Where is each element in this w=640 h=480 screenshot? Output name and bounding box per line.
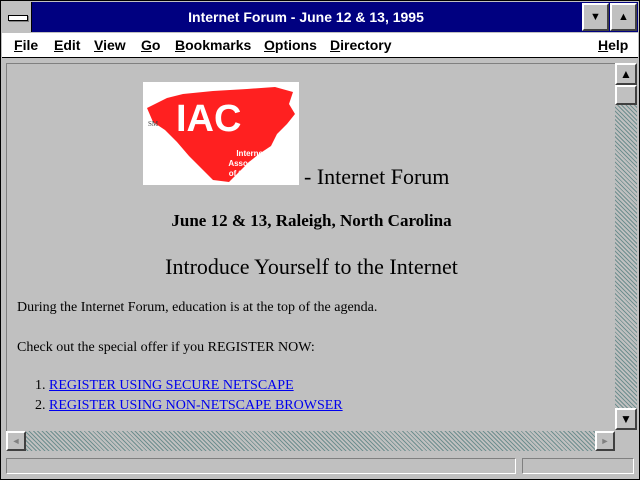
iac-logo-graphic: SM IAC Internet Association of the Carol… xyxy=(147,87,295,182)
menu-edit[interactable]: Edit xyxy=(54,37,80,53)
system-menu-icon xyxy=(8,15,28,21)
paragraph-offer: Check out the special offer if you REGIS… xyxy=(17,340,315,355)
logo-line-1: Internet xyxy=(236,149,266,158)
logo-letters: IAC xyxy=(176,98,241,140)
menu-file[interactable]: File xyxy=(14,37,38,53)
scroll-right-button[interactable]: ► xyxy=(595,431,615,451)
menu-bookmarks[interactable]: Bookmarks xyxy=(175,37,251,53)
page-content: SM IAC Internet Association of the Carol… xyxy=(6,63,616,431)
browser-window: Internet Forum - June 12 & 13, 1995 ▼ ▲ … xyxy=(0,0,640,480)
horizontal-scrollbar[interactable]: ◄ ► xyxy=(6,431,615,451)
scrollbar-corner xyxy=(615,431,637,451)
list-item: 1. REGISTER USING SECURE NETSCAPE xyxy=(35,378,294,394)
scroll-left-button[interactable]: ◄ xyxy=(6,431,26,451)
status-message xyxy=(6,458,516,474)
scroll-thumb[interactable] xyxy=(615,85,637,105)
menu-options[interactable]: Options xyxy=(264,37,317,53)
maximize-button[interactable]: ▲ xyxy=(610,3,637,31)
paragraph-education: During the Internet Forum, education is … xyxy=(17,300,378,315)
forum-title: - Internet Forum xyxy=(304,164,450,189)
menu-go[interactable]: Go xyxy=(141,37,160,53)
list-item: 2. REGISTER USING NON-NETSCAPE BROWSER xyxy=(35,398,343,414)
status-bar xyxy=(6,457,636,475)
logo-line-2: Association xyxy=(228,159,273,168)
iac-logo: SM IAC Internet Association of the Carol… xyxy=(143,82,299,185)
title-bar[interactable]: Internet Forum - June 12 & 13, 1995 ▼ ▲ xyxy=(2,2,638,32)
window-title: Internet Forum - June 12 & 13, 1995 xyxy=(188,9,424,25)
menu-view[interactable]: View xyxy=(94,37,126,53)
minimize-button[interactable]: ▼ xyxy=(582,3,609,31)
menu-help[interactable]: Help xyxy=(598,37,628,53)
logo-line-3: of the Carolinas xyxy=(229,169,290,178)
list-number: 1. xyxy=(35,378,46,393)
list-number: 2. xyxy=(35,398,46,413)
event-dates: June 12 & 13, Raleigh, North Carolina xyxy=(171,211,452,230)
register-secure-netscape-link[interactable]: REGISTER USING SECURE NETSCAPE xyxy=(49,378,294,393)
register-non-netscape-link[interactable]: REGISTER USING NON-NETSCAPE BROWSER xyxy=(49,398,343,413)
system-menu-button[interactable] xyxy=(2,2,32,32)
status-progress xyxy=(522,458,634,474)
scroll-down-button[interactable]: ▼ xyxy=(615,408,637,430)
vertical-scrollbar[interactable]: ▲ ▼ xyxy=(615,63,637,430)
menu-directory[interactable]: Directory xyxy=(330,37,391,53)
page-heading: Introduce Yourself to the Internet xyxy=(165,254,458,279)
service-mark: SM xyxy=(148,120,159,128)
menu-bar: File Edit View Go Bookmarks Options Dire… xyxy=(2,33,638,58)
scroll-up-button[interactable]: ▲ xyxy=(615,63,637,85)
